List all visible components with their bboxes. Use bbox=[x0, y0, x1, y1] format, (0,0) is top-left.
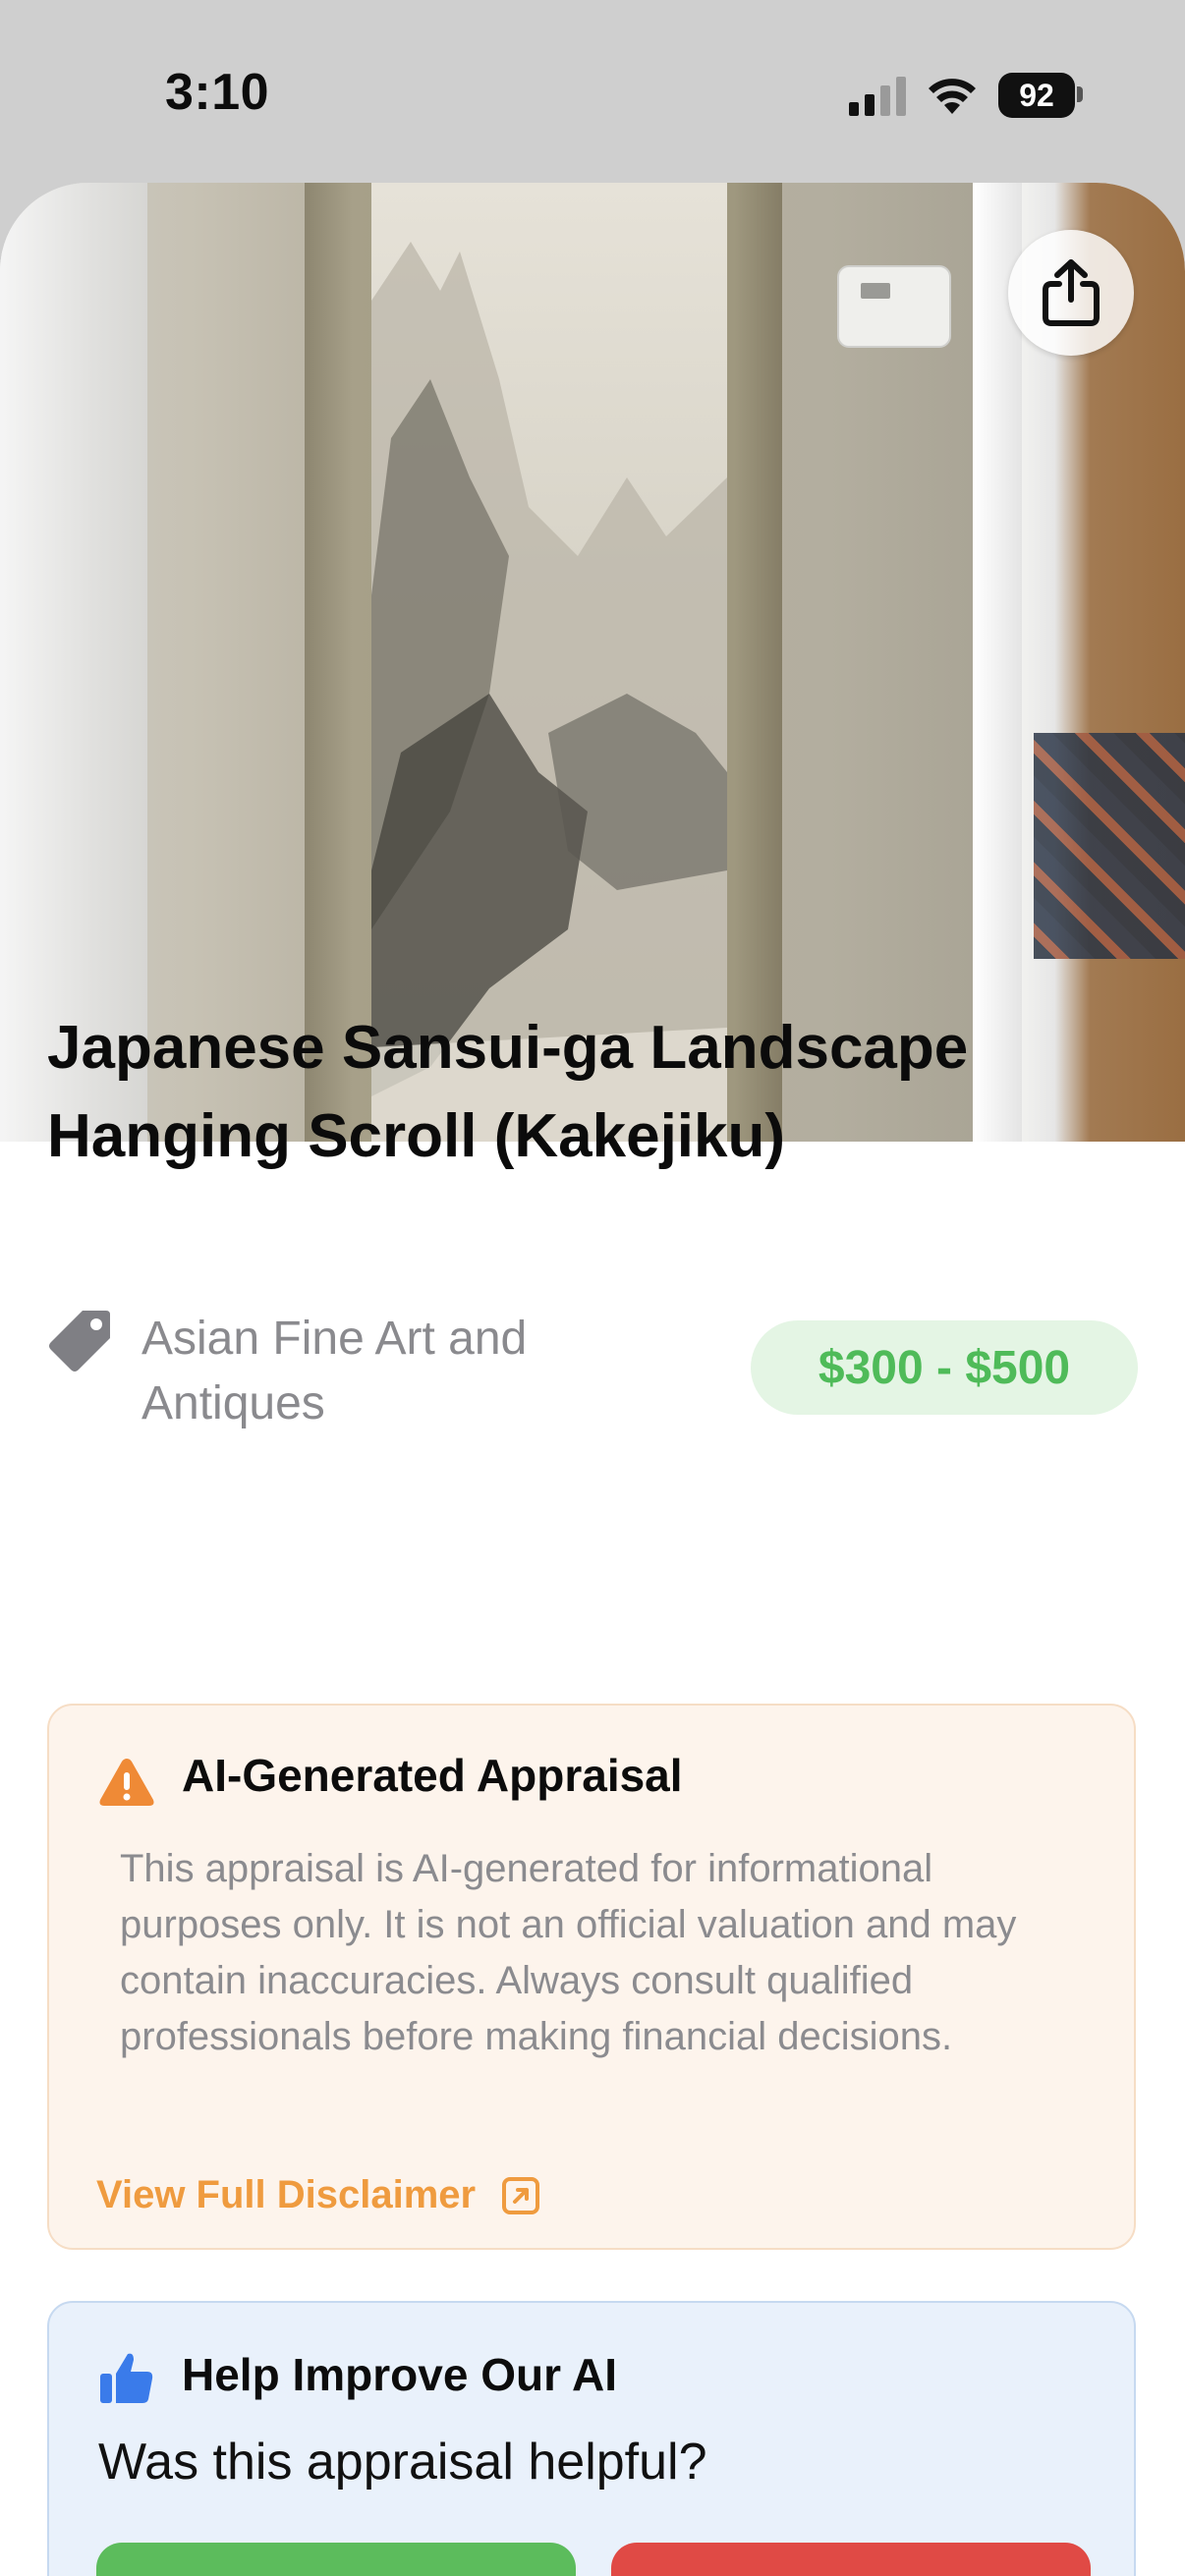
category-label: Asian Fine Art and Antiques bbox=[141, 1313, 528, 1429]
category-row: Asian Fine Art and Antiques $300 - $500 bbox=[47, 1307, 1138, 1434]
landscape-painting-art bbox=[371, 242, 727, 1142]
price-range-badge: $300 - $500 bbox=[751, 1320, 1138, 1415]
photo-thermostat bbox=[837, 265, 951, 348]
status-bar: 3:10 92 bbox=[0, 0, 1185, 187]
photo-door-frame bbox=[973, 183, 1022, 1142]
battery-indicator: 92 bbox=[998, 73, 1075, 118]
view-full-disclaimer-label: View Full Disclaimer bbox=[96, 2173, 477, 2216]
item-detail-sheet: Japanese Sansui-ga Landscape Hanging Scr… bbox=[0, 183, 1185, 2576]
item-photo bbox=[0, 183, 1185, 1142]
helpful-yes-button[interactable] bbox=[96, 2543, 576, 2576]
warning-icon bbox=[99, 1759, 154, 1806]
external-link-icon bbox=[502, 2176, 540, 2214]
wifi-icon bbox=[929, 79, 976, 114]
cellular-signal-icon bbox=[849, 77, 906, 116]
share-button[interactable] bbox=[1008, 230, 1134, 356]
thumbs-up-icon bbox=[100, 2353, 153, 2403]
feedback-question: Was this appraisal helpful? bbox=[98, 2434, 707, 2491]
battery-cap bbox=[1077, 86, 1083, 102]
feedback-title: Help Improve Our AI bbox=[182, 2349, 618, 2400]
disclaimer-body: This appraisal is AI-generated for infor… bbox=[120, 1847, 1017, 2058]
disclaimer-title: AI-Generated Appraisal bbox=[182, 1750, 683, 1801]
photo-rug bbox=[1034, 733, 1185, 959]
photo-thermostat-screen bbox=[861, 283, 890, 299]
feedback-card: Help Improve Our AI Was this appraisal h… bbox=[47, 2301, 1136, 2576]
photo-scroll-painting bbox=[371, 183, 727, 1142]
item-title: Japanese Sansui-ga Landscape Hanging Scr… bbox=[47, 1014, 969, 1170]
view-full-disclaimer-link[interactable]: View Full Disclaimer bbox=[96, 2173, 540, 2217]
status-time: 3:10 bbox=[165, 64, 270, 121]
helpful-no-button[interactable] bbox=[611, 2543, 1091, 2576]
ai-disclaimer-card: AI-Generated Appraisal This appraisal is… bbox=[47, 1704, 1136, 2250]
photo-window-light bbox=[0, 183, 147, 1142]
share-icon bbox=[1043, 259, 1100, 326]
tag-icon bbox=[49, 1311, 110, 1372]
